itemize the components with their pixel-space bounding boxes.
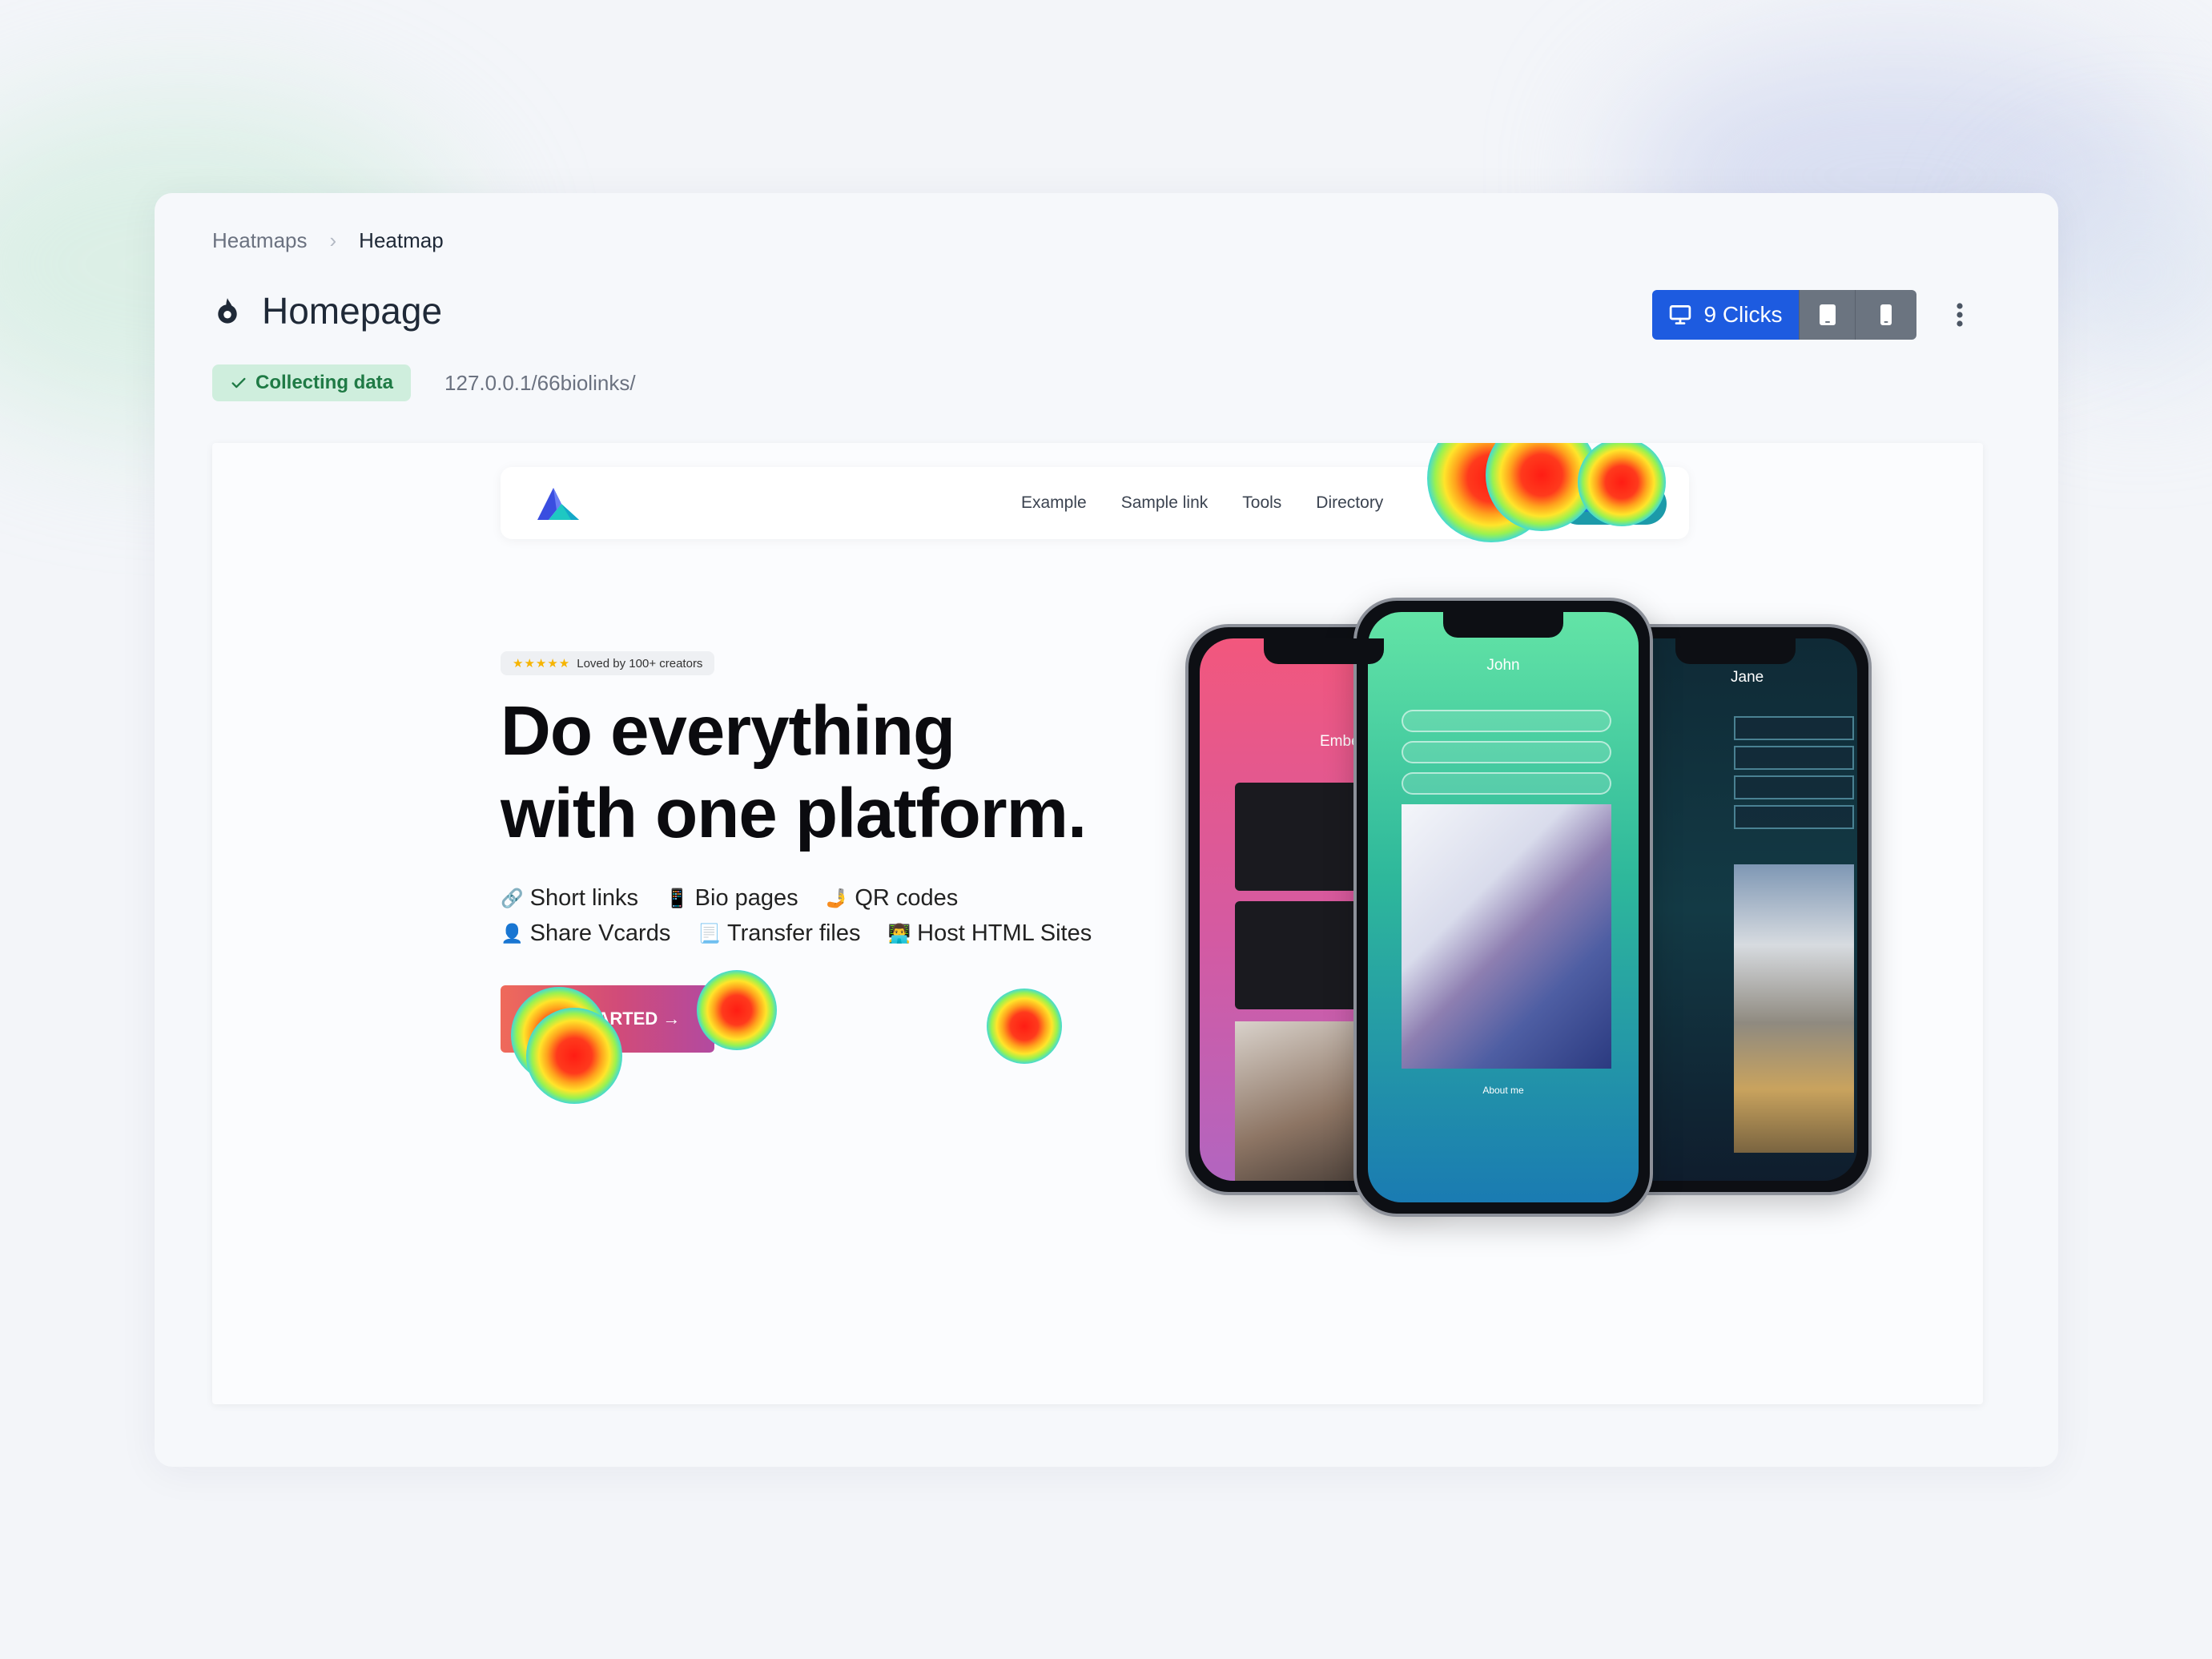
chevron-right-icon: ›	[329, 228, 337, 252]
link-icon: 🔗	[501, 888, 524, 908]
nav-example-link[interactable]: Example	[1021, 493, 1087, 513]
embed-video	[1235, 901, 1363, 1009]
star-rating-icon: ★★★★★	[513, 657, 571, 670]
feature-label: Share Vcards	[529, 920, 671, 946]
heatmap-card: Heatmaps › Heatmap Homepage Collecting d…	[155, 193, 2058, 1467]
mobile-view-button[interactable]	[1855, 290, 1916, 340]
tablet-icon	[1819, 304, 1836, 325]
hero-badge-label: Loved by 100+ creators	[577, 656, 703, 670]
phone-notch	[1675, 638, 1796, 664]
nav-tools-link[interactable]: Tools	[1242, 493, 1281, 513]
feature-item: 👤 Share Vcards	[501, 916, 670, 951]
breadcrumb-heatmaps-link[interactable]: Heatmaps	[212, 228, 308, 253]
phone-notch	[1264, 638, 1384, 664]
signin-button[interactable]: ⇥ Sign in	[1437, 482, 1541, 524]
heatmap-spot	[987, 989, 1062, 1064]
hero-headline-line2: with one platform.	[501, 775, 1087, 852]
phone-notch	[1443, 612, 1563, 638]
breadcrumb-current: Heatmap	[359, 228, 444, 252]
phone-icon: 📱	[666, 888, 689, 908]
brand-logo-icon[interactable]	[533, 483, 582, 526]
mobile-icon	[1880, 304, 1892, 325]
phone-mockup-john: John About me	[1353, 598, 1653, 1217]
nav-sample-link[interactable]: Sample link	[1121, 493, 1209, 513]
embed-music-player	[1235, 783, 1363, 891]
signup-label: Sign up	[1599, 495, 1651, 512]
feature-item: 🤳 QR codes	[826, 880, 959, 916]
tablet-view-button[interactable]	[1799, 290, 1855, 340]
signup-button[interactable]: 👤 Sign up	[1558, 483, 1667, 525]
phone-screen: John About me	[1368, 612, 1639, 1202]
developer-icon: 👨‍💻	[887, 923, 911, 944]
john-photo	[1402, 804, 1611, 1069]
site-url: 127.0.0.1/66biolinks/	[444, 370, 636, 395]
jane-link	[1734, 805, 1854, 829]
user-plus-icon: 👤	[1573, 496, 1593, 513]
jane-link	[1734, 716, 1854, 740]
status-badge: Collecting data	[212, 364, 412, 401]
john-about-heading: About me	[1482, 1085, 1524, 1096]
john-link	[1402, 710, 1611, 732]
status-label: Collecting data	[255, 372, 394, 393]
signin-icon: ⇥	[1455, 494, 1469, 512]
embed-photo	[1235, 1021, 1363, 1181]
hero-section: ★★★★★ Loved by 100+ creators Do everythi…	[501, 651, 1125, 951]
john-link	[1402, 741, 1611, 763]
feature-label: Transfer files	[726, 920, 861, 946]
page-icon: 📃	[698, 923, 721, 944]
feature-item: 📱 Bio pages	[666, 880, 798, 916]
feature-label: QR codes	[855, 885, 959, 911]
site-nav-links: Example Sample link Tools Directory	[1021, 467, 1383, 539]
page-header: Homepage	[212, 289, 442, 332]
more-vertical-icon	[1957, 303, 1963, 327]
more-options-button[interactable]	[1945, 299, 1974, 331]
user-icon: 👤	[501, 923, 524, 944]
hero-headline: Do everything with one platform.	[501, 690, 1125, 855]
feature-item: 🔗 Short links	[501, 880, 638, 916]
desktop-clicks-label: 9 Clicks	[1703, 302, 1783, 327]
phone-jane-name: Jane	[1731, 669, 1764, 686]
desktop-view-button[interactable]: 9 Clicks	[1652, 290, 1799, 340]
device-toggle: 9 Clicks	[1652, 290, 1916, 340]
john-link	[1402, 772, 1611, 795]
heatmap-preview: Example Sample link Tools Directory ⇥ Si…	[212, 443, 1983, 1404]
feature-label: Short links	[529, 885, 639, 911]
jane-link	[1734, 775, 1854, 799]
jane-photo	[1734, 864, 1854, 1153]
site-navbar: Example Sample link Tools Directory ⇥ Si…	[501, 467, 1689, 539]
nav-directory-link[interactable]: Directory	[1316, 493, 1383, 513]
selfie-icon: 🤳	[825, 888, 849, 908]
signin-label: Sign in	[1474, 494, 1522, 511]
jane-link	[1734, 746, 1854, 770]
feature-label: Bio pages	[694, 885, 798, 911]
status-row: Collecting data 127.0.0.1/66biolinks/	[212, 364, 636, 401]
breadcrumb: Heatmaps › Heatmap	[212, 228, 444, 253]
feature-item: 📃 Transfer files	[698, 916, 860, 951]
get-started-button[interactable]: GET STARTED →	[501, 985, 714, 1053]
feature-label: Host HTML Sites	[917, 920, 1092, 946]
page-title: Homepage	[262, 290, 443, 332]
feature-item: 👨‍💻 Host HTML Sites	[888, 916, 1092, 951]
feature-list: 🔗 Short links 📱 Bio pages 🤳 QR codes 👤 Share…	[501, 880, 1109, 951]
desktop-icon	[1670, 305, 1691, 324]
hero-badge: ★★★★★ Loved by 100+ creators	[501, 651, 715, 675]
phone-john-name: John	[1486, 657, 1520, 674]
flame-icon	[218, 298, 237, 324]
check-icon	[231, 377, 246, 389]
hero-headline-line1: Do everything	[501, 692, 955, 770]
